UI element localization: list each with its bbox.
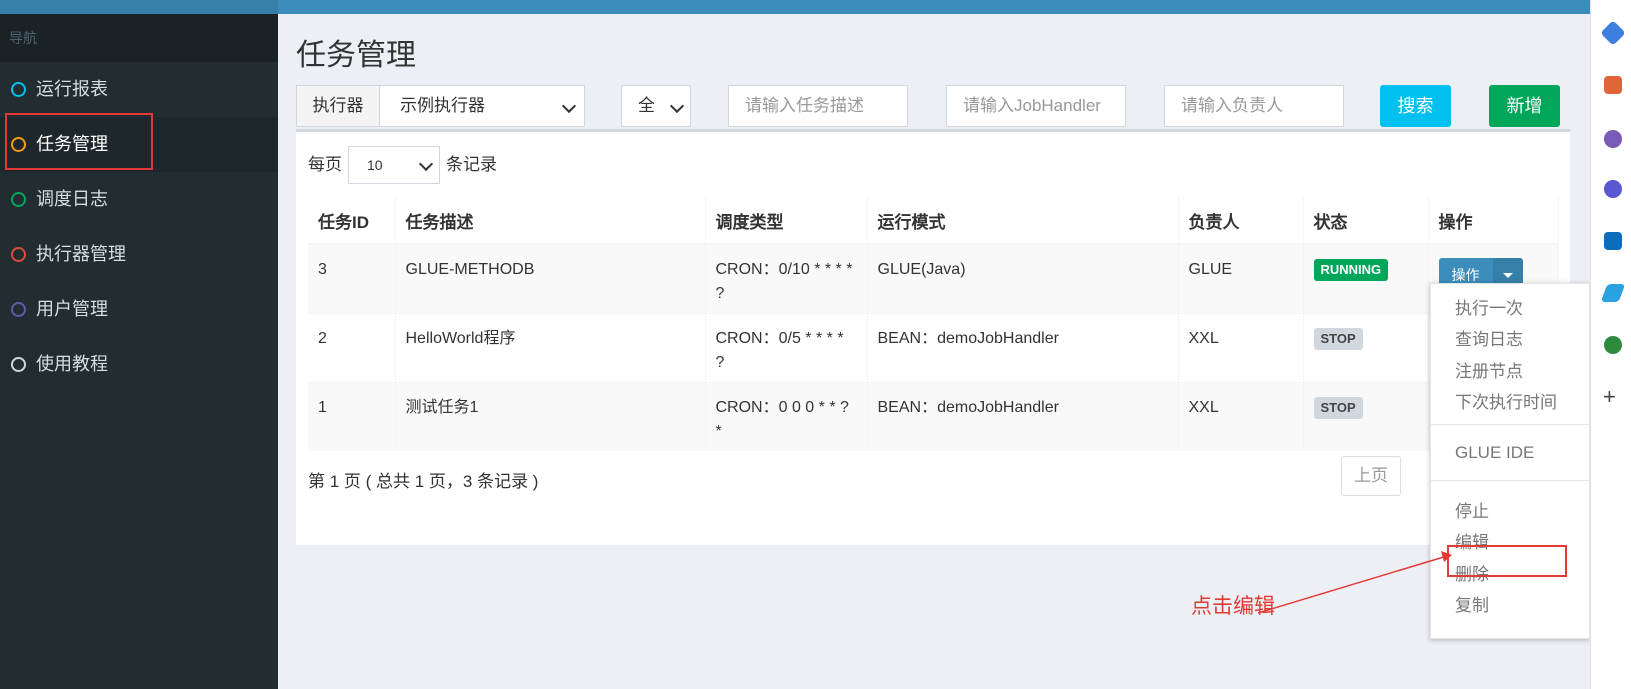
outlook-icon[interactable]	[1604, 232, 1622, 250]
tree-icon[interactable]	[1604, 336, 1622, 354]
briefcase-icon[interactable]	[1604, 76, 1622, 94]
browser-side-toolbar: +	[1590, 0, 1631, 689]
send-icon[interactable]	[1600, 284, 1626, 302]
arrow-line	[1257, 555, 1448, 614]
people-icon[interactable]	[1604, 130, 1622, 148]
tag-icon[interactable]	[1600, 20, 1626, 46]
annotation-click-edit: 点击编辑	[1191, 595, 1275, 618]
plus-icon[interactable]: +	[1603, 384, 1616, 410]
copilot-icon[interactable]	[1604, 180, 1622, 198]
annotation-arrow	[1257, 551, 1452, 614]
arrow-head	[1441, 551, 1452, 562]
